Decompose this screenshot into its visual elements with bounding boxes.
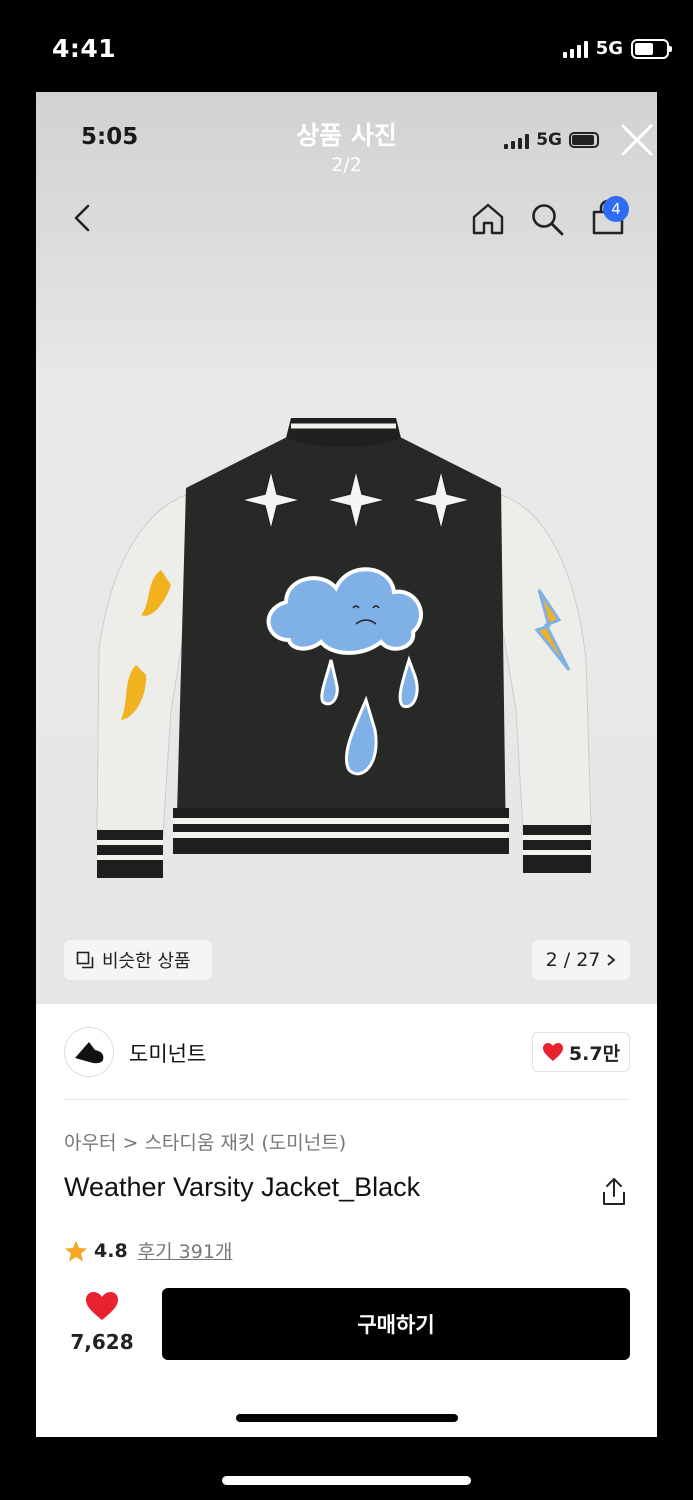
product-title: Weather Varsity Jacket_Black [64, 1172, 421, 1202]
brand-row[interactable]: 도미넌트 5.7만 [36, 1004, 657, 1099]
similar-products-label: 비슷한 상품 [102, 951, 191, 972]
inner-home-indicator [236, 1414, 458, 1422]
inner-status-bar: 5:05 상품 사진 2/2 5G [36, 92, 657, 182]
app-screenshot: 5:05 상품 사진 2/2 5G 4 비슷한 상품 2 / 27 도미넌트 5… [36, 92, 657, 1437]
viewer-photo-count: 2/2 [331, 154, 362, 176]
rating-value: 4.8 [94, 1239, 128, 1262]
buy-button[interactable]: 구매하기 [162, 1288, 630, 1360]
similar-icon [76, 951, 94, 969]
rating-row: 4.8 후기 391개 [64, 1237, 232, 1264]
wishlist-heart-icon[interactable] [84, 1290, 120, 1322]
reviews-link[interactable]: 후기 391개 [138, 1237, 233, 1264]
heart-icon [542, 1043, 563, 1061]
outer-status-indicators: 5G [562, 38, 672, 59]
brand-name[interactable]: 도미넌트 [129, 1038, 206, 1068]
home-icon[interactable] [469, 200, 507, 238]
back-icon[interactable] [66, 200, 100, 236]
divider [64, 1099, 629, 1100]
product-image-jacket [96, 418, 592, 878]
cart-count-badge: 4 [603, 196, 629, 222]
inner-network-label: 5G [536, 130, 562, 150]
brand-like-button[interactable]: 5.7만 [532, 1032, 630, 1072]
brand-logo[interactable] [64, 1027, 114, 1077]
share-icon[interactable] [599, 1176, 629, 1208]
search-icon[interactable] [528, 200, 566, 238]
inner-status-indicators: 5G [504, 130, 599, 150]
category-breadcrumb[interactable]: 아우터 > 스타디움 재킷 (도미넌트) [64, 1128, 346, 1155]
close-icon[interactable] [619, 122, 655, 158]
similar-products-button[interactable]: 비슷한 상품 [64, 940, 212, 980]
outer-home-indicator [222, 1476, 471, 1485]
inner-battery-icon [569, 132, 599, 148]
outer-status-bar: 4:41 5G [0, 0, 693, 92]
star-icon [65, 1240, 87, 1261]
brand-like-count: 5.7만 [568, 1042, 621, 1065]
wishlist-count: 7,628 [70, 1330, 134, 1354]
product-photo-viewer[interactable]: 5:05 상품 사진 2/2 5G 4 비슷한 상품 2 / 27 [36, 92, 657, 1004]
inner-signal-icon [504, 131, 530, 149]
brand-logo-mark [75, 1042, 104, 1064]
chevron-right-icon [607, 954, 616, 966]
signal-icon [562, 40, 588, 58]
outer-status-time: 4:41 [52, 34, 117, 63]
photo-page-indicator[interactable]: 2 / 27 [532, 940, 630, 980]
photo-page-label: 2 / 27 [545, 949, 601, 971]
battery-icon [631, 38, 672, 59]
outer-network-label: 5G [595, 38, 623, 59]
